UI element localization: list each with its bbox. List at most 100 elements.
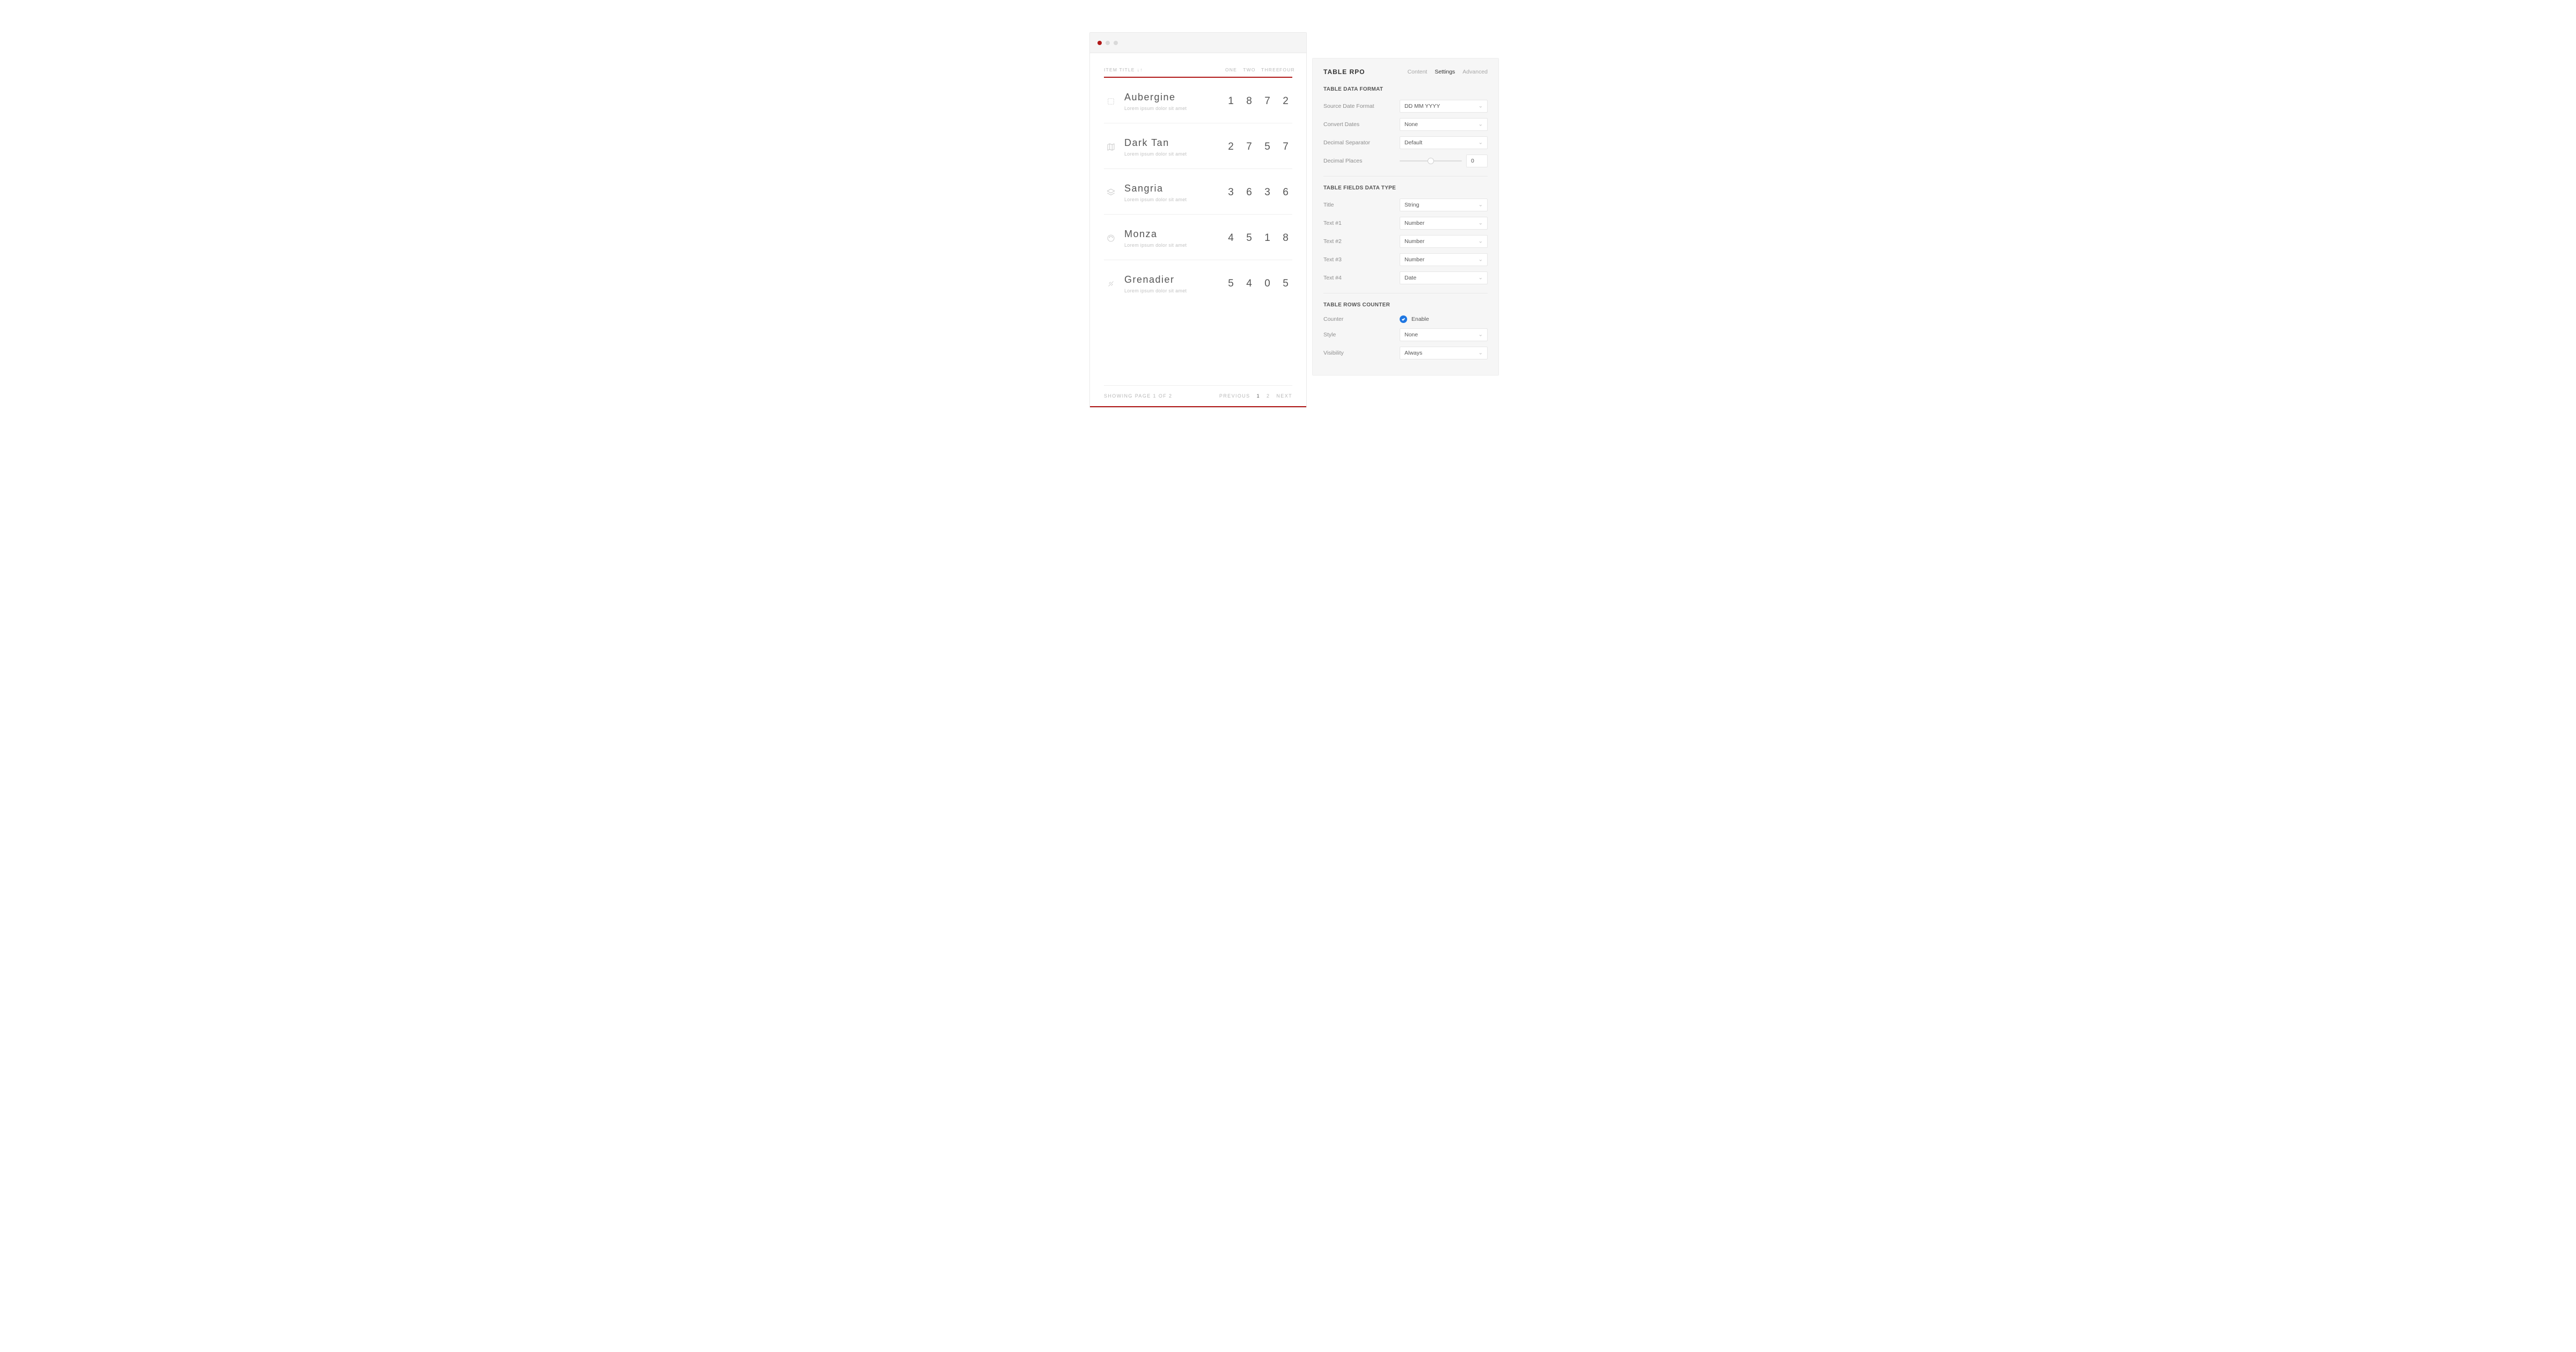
label-decimal-separator: Decimal Separator [1323, 139, 1400, 146]
chevron-down-icon: ⌄ [1479, 104, 1483, 109]
select-source-date[interactable]: DD MM YYYY ⌄ [1400, 100, 1488, 113]
table-row-values: 5405 [1225, 278, 1292, 290]
label-decimal-places: Decimal Places [1323, 158, 1400, 164]
slider-thumb[interactable] [1428, 158, 1434, 164]
section-title-counter: TABLE ROWS COUNTER [1323, 302, 1488, 308]
layers-icon [1104, 186, 1118, 200]
select-counter-visibility[interactable]: Always ⌄ [1400, 347, 1488, 359]
select-type-3-value: Number [1404, 256, 1424, 263]
table-row-text: MonzaLorem ipsum dolor sit amet [1118, 229, 1225, 248]
chevron-down-icon: ⌄ [1479, 257, 1483, 263]
label-counter-visibility: Visibility [1323, 350, 1400, 356]
slider-decimal-places-value[interactable]: 0 [1466, 155, 1488, 167]
select-convert-dates-value: None [1404, 121, 1418, 128]
table-row[interactable]: Dark TanLorem ipsum dolor sit amet2757 [1104, 123, 1292, 169]
pager-next[interactable]: NEXT [1276, 393, 1292, 399]
table-cell: 7 [1243, 141, 1256, 153]
settings-panel: TABLE RPO Content Settings Advanced TABLE … [1312, 58, 1499, 376]
table-row[interactable]: SangriaLorem ipsum dolor sit amet3636 [1104, 169, 1292, 215]
select-type-1-value: Number [1404, 220, 1424, 226]
label-type-4: Text #4 [1323, 275, 1400, 281]
select-type-3[interactable]: Number ⌄ [1400, 253, 1488, 266]
label-convert-dates: Convert Dates [1323, 121, 1400, 128]
table-cell: 3 [1225, 187, 1238, 199]
select-type-0[interactable]: String⌄ [1400, 199, 1488, 211]
table-row-text: GrenadierLorem ipsum dolor sit amet [1118, 274, 1225, 293]
field-type-3: Text #3 Number ⌄ [1323, 253, 1488, 266]
checkbox-counter[interactable]: Enable [1400, 315, 1429, 323]
select-type-2[interactable]: Number⌄ [1400, 235, 1488, 248]
select-decimal-separator[interactable]: Default ⌄ [1400, 136, 1488, 149]
select-convert-dates[interactable]: None ⌄ [1400, 118, 1488, 131]
check-icon [1400, 315, 1407, 323]
section-fields-data-type: TABLE FIELDS DATA TYPE TitleString⌄ Text … [1323, 185, 1488, 293]
select-type-4[interactable]: Date⌄ [1400, 271, 1488, 284]
pager-page-1[interactable]: 1 [1257, 393, 1260, 399]
table-cell: 2 [1225, 141, 1238, 153]
tab-content[interactable]: Content [1408, 69, 1428, 75]
table-header-col-3[interactable]: THREE [1261, 67, 1274, 72]
chevron-down-icon: ⌄ [1479, 275, 1483, 281]
table-cell: 3 [1261, 187, 1274, 199]
window-dot-maximize[interactable] [1114, 41, 1118, 45]
field-decimal-places: Decimal Places 0 [1323, 155, 1488, 167]
section-rows-counter: TABLE ROWS COUNTER Counter Enable Style … [1323, 302, 1488, 359]
table-row-values: 2757 [1225, 141, 1292, 153]
table-cell: 5 [1225, 278, 1238, 290]
table-header-col-4[interactable]: FOUR [1279, 67, 1292, 72]
label-type-3: Text #3 [1323, 256, 1400, 263]
table-row[interactable]: GrenadierLorem ipsum dolor sit amet5405 [1104, 260, 1292, 305]
select-decimal-separator-value: Default [1404, 139, 1422, 146]
tab-settings[interactable]: Settings [1435, 69, 1455, 75]
select-counter-visibility-value: Always [1404, 350, 1422, 356]
label-type-1: Text #1 [1323, 220, 1400, 226]
table-header-title[interactable]: ITEM TITLE ↓↑ [1104, 67, 1143, 72]
field-type-2: Text #2Number⌄ [1323, 235, 1488, 248]
table-cell: 5 [1279, 278, 1292, 290]
select-counter-style-value: None [1404, 332, 1418, 338]
table-row-title: Monza [1124, 229, 1225, 240]
pager-page-2[interactable]: 2 [1267, 393, 1270, 399]
label-counter-style: Style [1323, 332, 1400, 338]
field-decimal-separator: Decimal Separator Default ⌄ [1323, 136, 1488, 149]
field-type-4: Text #4Date⌄ [1323, 271, 1488, 284]
chevron-down-icon: ⌄ [1479, 202, 1483, 208]
table-row-text: AubergineLorem ipsum dolor sit amet [1118, 92, 1225, 111]
section-title-format: TABLE DATA FORMAT [1323, 86, 1488, 92]
table-cell: 4 [1243, 278, 1256, 290]
table-cell: 0 [1261, 278, 1274, 290]
sort-icon: ↓↑ [1137, 67, 1143, 72]
select-type-1[interactable]: Number⌄ [1400, 217, 1488, 230]
panel-header: TABLE RPO Content Settings Advanced [1323, 68, 1488, 76]
table-cell: 7 [1261, 95, 1274, 107]
label-type-0: Title [1323, 202, 1400, 208]
table-row-subtitle: Lorem ipsum dolor sit amet [1124, 151, 1225, 157]
pager: SHOWING PAGE 1 OF 2 PREVIOUS 12 NEXT [1104, 385, 1292, 406]
window-dot-close[interactable] [1097, 41, 1102, 45]
table-header-col-2[interactable]: TWO [1243, 67, 1256, 72]
window-dot-minimize[interactable] [1106, 41, 1110, 45]
table-cell: 5 [1243, 232, 1256, 244]
table-row-subtitle: Lorem ipsum dolor sit amet [1124, 288, 1225, 293]
select-source-date-value: DD MM YYYY [1404, 103, 1440, 109]
chevron-down-icon: ⌄ [1479, 239, 1483, 245]
pager-previous[interactable]: PREVIOUS [1219, 393, 1250, 399]
table-cell: 5 [1261, 141, 1274, 153]
table-cell: 2 [1279, 95, 1292, 107]
label-counter: Counter [1323, 316, 1400, 322]
tab-advanced[interactable]: Advanced [1462, 69, 1488, 75]
map-icon [1104, 140, 1118, 154]
table-header-col-1[interactable]: ONE [1225, 67, 1238, 72]
section-title-types: TABLE FIELDS DATA TYPE [1323, 185, 1488, 191]
chevron-down-icon: ⌄ [1479, 140, 1483, 146]
table-cell: 6 [1279, 187, 1292, 199]
slider-decimal-places[interactable] [1400, 160, 1462, 161]
table-header-columns: ONE TWO THREE FOUR [1225, 67, 1292, 72]
table-row-subtitle: Lorem ipsum dolor sit amet [1124, 106, 1225, 111]
section-data-format: TABLE DATA FORMAT Source Date Format DD … [1323, 86, 1488, 177]
table-row[interactable]: MonzaLorem ipsum dolor sit amet4518 [1104, 215, 1292, 260]
table-row[interactable]: AubergineLorem ipsum dolor sit amet1872 [1104, 78, 1292, 123]
panel-title: TABLE RPO [1323, 68, 1365, 76]
select-counter-style[interactable]: None ⌄ [1400, 328, 1488, 341]
preview-body: ITEM TITLE ↓↑ ONE TWO THREE FOUR AubergineL… [1090, 53, 1306, 407]
